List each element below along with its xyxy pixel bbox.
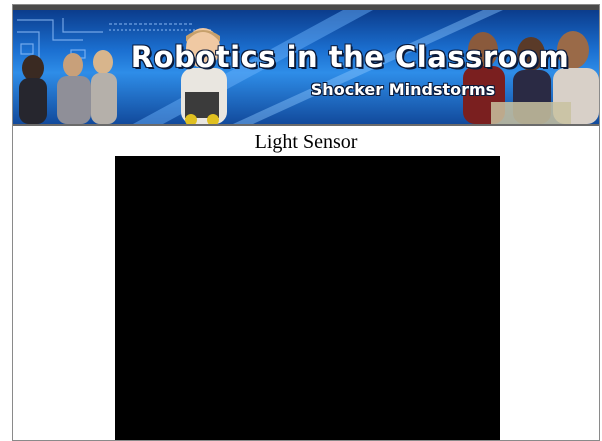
page-heading: Light Sensor bbox=[254, 131, 358, 153]
banner-subtitle: Shocker Mindstorms bbox=[310, 80, 496, 99]
page-frame: Robotics in the Classroom Shocker Mindst… bbox=[12, 4, 600, 441]
students-left-art bbox=[19, 50, 117, 124]
banner-divider bbox=[13, 124, 599, 126]
site-banner: Robotics in the Classroom Shocker Mindst… bbox=[13, 10, 599, 124]
banner-title: Robotics in the Classroom bbox=[130, 40, 570, 74]
video-player[interactable] bbox=[115, 156, 500, 440]
